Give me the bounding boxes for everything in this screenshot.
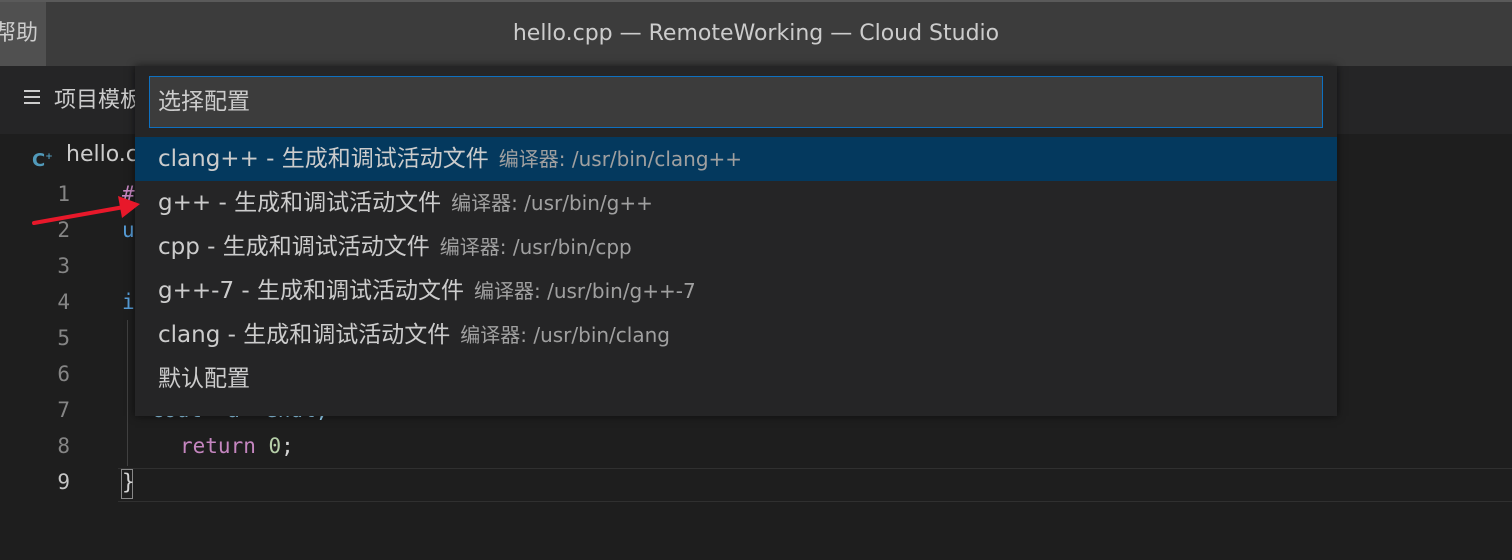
- quick-pick-item-label: g++-7 - 生成和调试活动文件: [158, 278, 464, 304]
- code-line: return 0;: [180, 434, 294, 458]
- quick-pick-item-label: clang++ - 生成和调试活动文件: [158, 146, 489, 172]
- indent-guide: [127, 320, 128, 466]
- code-token: }: [122, 470, 135, 494]
- tab-hello-cpp[interactable]: hello.cpp: [66, 142, 136, 167]
- red-arrow-annotation-icon: [32, 196, 140, 225]
- code-token: 0: [268, 434, 282, 458]
- quick-pick-item-description: 编译器: /usr/bin/g++-7: [474, 279, 696, 303]
- quick-pick-item-description: 编译器: /usr/bin/clang++: [498, 147, 743, 171]
- quick-pick-item[interactable]: g++ - 生成和调试活动文件 编译器: /usr/bin/g++: [135, 181, 1337, 225]
- line-number: 8: [57, 434, 70, 458]
- quick-pick-item-description: 编译器: /usr/bin/g++: [451, 191, 653, 215]
- quick-pick-input[interactable]: [149, 76, 1323, 128]
- title-bar: 帮助 hello.cpp — RemoteWorking — Cloud Stu…: [0, 0, 1512, 66]
- line-number: 9: [57, 470, 70, 494]
- quick-pick-item-label: g++ - 生成和调试活动文件: [158, 190, 442, 216]
- line-number: 6: [57, 362, 70, 386]
- quick-pick-item[interactable]: cpp - 生成和调试活动文件 编译器: /usr/bin/cpp: [135, 225, 1337, 269]
- quick-pick-item-description: 编译器: /usr/bin/cpp: [439, 235, 632, 259]
- quick-pick-item-label: clang - 生成和调试活动文件: [158, 322, 451, 348]
- quick-pick-item[interactable]: 默认配置: [135, 357, 1337, 401]
- cloud-studio-window: 帮助 hello.cpp — RemoteWorking — Cloud Stu…: [0, 0, 1512, 560]
- panel-title[interactable]: 项目模板: [54, 82, 136, 114]
- quick-pick-item[interactable]: g++-7 - 生成和调试活动文件 编译器: /usr/bin/g++-7: [135, 269, 1337, 313]
- code-line: }: [122, 470, 135, 494]
- code-token: ;: [281, 434, 294, 458]
- code-line: i: [122, 290, 135, 314]
- quick-pick-item-label: 默认配置: [158, 366, 250, 392]
- quick-pick-item-description: 编译器: /usr/bin/clang: [460, 323, 670, 347]
- current-line-highlight: [118, 468, 1512, 502]
- line-number: 4: [57, 290, 70, 314]
- line-number: 5: [57, 326, 70, 350]
- quick-pick-item[interactable]: clang++ - 生成和调试活动文件 编译器: /usr/bin/clang++: [135, 137, 1337, 181]
- cpp-file-icon: C+: [32, 150, 53, 171]
- line-number: 7: [57, 398, 70, 422]
- code-token: i: [122, 290, 135, 314]
- line-number: 3: [57, 254, 70, 278]
- code-token: return: [180, 434, 256, 458]
- quick-pick-list: clang++ - 生成和调试活动文件 编译器: /usr/bin/clang++…: [135, 137, 1337, 401]
- menu-icon[interactable]: [24, 90, 42, 106]
- window-title: hello.cpp — RemoteWorking — Cloud Studio: [512, 21, 1000, 46]
- quick-pick-dialog: clang++ - 生成和调试活动文件编译器: /usr/bin/clang++…: [135, 66, 1337, 416]
- quick-pick-item[interactable]: clang - 生成和调试活动文件 编译器: /usr/bin/clang: [135, 313, 1337, 357]
- quick-pick-item-label: cpp - 生成和调试活动文件: [158, 234, 430, 260]
